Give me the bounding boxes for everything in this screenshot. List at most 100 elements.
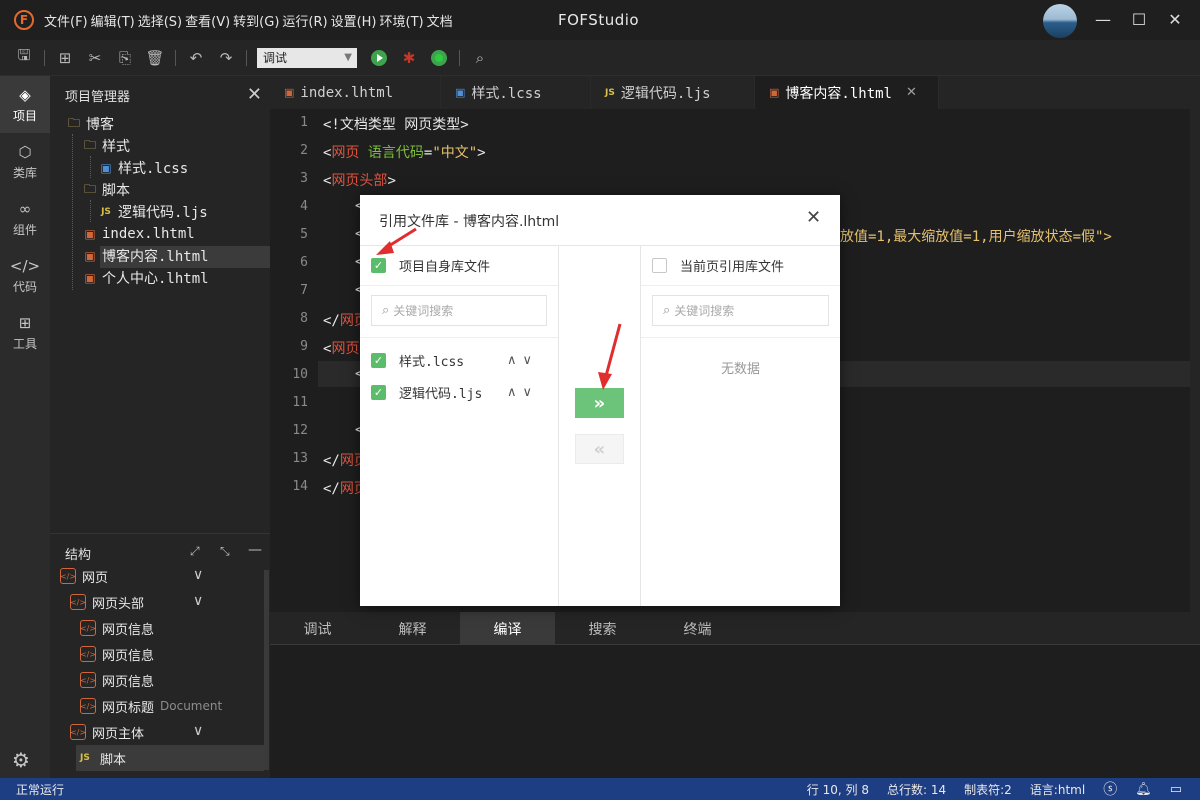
struct-row[interactable]: </> 网页主体 bbox=[70, 719, 144, 745]
struct-row[interactable]: </> 网页信息 bbox=[80, 667, 154, 693]
menu-docs[interactable]: 文档 bbox=[427, 11, 453, 30]
line-number: 2 bbox=[300, 143, 308, 158]
menu-select[interactable]: 选择(S) bbox=[138, 11, 182, 30]
save-icon[interactable]: 🖫 bbox=[12, 46, 36, 70]
menu-run[interactable]: 运行(R) bbox=[282, 11, 327, 30]
toolbar: 🖫 ⊞ ✂ ⎘ 🗑 ↶ ↷ 调试 ▼ ✱ ⌕ bbox=[0, 40, 1200, 76]
lhtml-file-icon: ▣ bbox=[284, 86, 295, 99]
tab-logic-ljs[interactable]: JS 逻辑代码.ljs bbox=[591, 76, 755, 109]
menu-goto[interactable]: 转到(G) bbox=[233, 11, 279, 30]
tree-item-scripts[interactable]: 🗀 脚本 bbox=[82, 179, 130, 201]
language-mode[interactable]: 语言:html bbox=[1030, 781, 1085, 798]
minimize-panel-icon[interactable]: — bbox=[248, 542, 262, 558]
redo-icon[interactable]: ↷ bbox=[214, 46, 238, 70]
tab-size[interactable]: 制表符:2 bbox=[964, 781, 1012, 798]
project-library-column: ✓ 项目自身库文件 ⌕ 关键词搜索 ✓ 样式.lcss ∧∨ ✓ 逻辑代码.lj… bbox=[360, 245, 559, 606]
struct-row[interactable]: JS 脚本 bbox=[80, 745, 126, 771]
activity-label: 项目 bbox=[12, 108, 37, 123]
explorer-title: 项目管理器 bbox=[65, 89, 131, 105]
dollar-icon[interactable]: ⓢ bbox=[1103, 779, 1117, 799]
cursor-position[interactable]: 行 10, 列 8 bbox=[807, 781, 869, 798]
line-number: 3 bbox=[300, 171, 308, 186]
struct-row[interactable]: </> 网页信息 bbox=[80, 641, 154, 667]
tree-item-personal-center[interactable]: ▣ 个人中心.lhtml bbox=[82, 267, 208, 289]
tab-style-lcss[interactable]: ▣ 样式.lcss bbox=[441, 76, 591, 109]
tree-label: 博客 bbox=[86, 117, 114, 133]
menu-edit[interactable]: 编辑(T) bbox=[91, 11, 135, 30]
save-all-icon[interactable]: ⊞ bbox=[53, 46, 77, 70]
structure-scrollbar[interactable] bbox=[264, 570, 269, 770]
run-mode-select[interactable]: 调试 ▼ bbox=[257, 47, 357, 68]
list-item[interactable]: ✓ 样式.lcss ∧∨ bbox=[360, 344, 558, 376]
struct-row[interactable]: </> 网页信息 bbox=[80, 615, 154, 641]
collapse-icon[interactable]: ⤡ bbox=[220, 544, 230, 559]
maximize-icon[interactable]: ☐ bbox=[1128, 9, 1150, 31]
menu-settings[interactable]: 设置(H) bbox=[331, 11, 377, 30]
move-right-button[interactable]: » bbox=[575, 388, 624, 418]
cut-icon[interactable]: ✂ bbox=[83, 46, 107, 70]
tab-terminal[interactable]: 终端 bbox=[650, 612, 745, 645]
tab-search[interactable]: 搜索 bbox=[555, 612, 650, 645]
tab-interpret[interactable]: 解释 bbox=[365, 612, 460, 645]
select-all-checkbox[interactable] bbox=[652, 258, 667, 273]
menu-file[interactable]: 文件(F) bbox=[44, 11, 88, 30]
close-tab-icon[interactable]: ✕ bbox=[906, 85, 917, 100]
chevron-down-icon[interactable]: ∨ bbox=[193, 723, 203, 739]
minimize-icon[interactable]: — bbox=[1092, 9, 1114, 31]
menu-environment[interactable]: 环境(T) bbox=[380, 11, 424, 30]
expand-icon[interactable]: ⤢ bbox=[190, 544, 200, 559]
run-icon[interactable] bbox=[367, 46, 391, 70]
activity-components[interactable]: ∞ 组件 bbox=[0, 190, 50, 247]
item-checkbox[interactable]: ✓ bbox=[371, 352, 386, 368]
tree-item-index[interactable]: ▣ index.lhtml bbox=[82, 223, 194, 245]
tree-item-logic-ljs[interactable]: JS 逻辑代码.ljs bbox=[98, 201, 208, 223]
undo-icon[interactable]: ↶ bbox=[184, 46, 208, 70]
inspect-icon[interactable]: ⌕ bbox=[468, 46, 492, 70]
code-line: <网页头部> bbox=[323, 170, 396, 190]
tab-debug[interactable]: 调试 bbox=[270, 612, 365, 645]
move-left-button[interactable]: « bbox=[575, 434, 624, 464]
struct-row[interactable]: </> 网页标题 Document bbox=[80, 693, 222, 719]
activity-bar: ◈ 项目 ⬡ 类库 ∞ 组件 </> 代码 ⊞ 工具 ⚙ bbox=[0, 76, 50, 778]
close-window-icon[interactable]: ✕ bbox=[1164, 9, 1186, 31]
struct-row[interactable]: </> 网页 bbox=[60, 563, 108, 589]
debug-icon[interactable]: ✱ bbox=[397, 46, 421, 70]
activity-project[interactable]: ◈ 项目 bbox=[0, 76, 50, 133]
menu-view[interactable]: 查看(V) bbox=[185, 11, 230, 30]
library-reference-dialog: 引用文件库 - 博客内容.lhtml ✕ ✓ 项目自身库文件 ⌕ 关键词搜索 ✓… bbox=[360, 195, 840, 606]
struct-label: 网页信息 bbox=[102, 622, 155, 638]
tab-blog-content[interactable]: ▣ 博客内容.lhtml ✕ bbox=[755, 76, 939, 109]
activity-code[interactable]: </> 代码 bbox=[0, 247, 50, 304]
tree-item-blog[interactable]: 🗀 博客 bbox=[66, 113, 114, 135]
editor-scrollbar[interactable] bbox=[1190, 109, 1200, 612]
lhtml-file-icon: ▣ bbox=[84, 227, 96, 241]
tree-item-styles[interactable]: 🗀 样式 bbox=[82, 135, 130, 157]
bell-icon[interactable]: 🔔︎ bbox=[1135, 782, 1152, 797]
stop-icon[interactable] bbox=[427, 46, 451, 70]
list-item[interactable]: ✓ 逻辑代码.ljs ∧∨ bbox=[360, 376, 558, 408]
delete-icon[interactable]: 🗑 bbox=[143, 46, 167, 70]
reorder-icon[interactable]: ∧∨ bbox=[507, 385, 538, 400]
tree-item-style-lcss[interactable]: ▣ 样式.lcss bbox=[98, 157, 188, 179]
code-token: </ bbox=[323, 313, 340, 329]
activity-library[interactable]: ⬡ 类库 bbox=[0, 133, 50, 190]
chevron-down-icon[interactable]: ∨ bbox=[193, 567, 203, 583]
activity-tools[interactable]: ⊞ 工具 bbox=[0, 304, 50, 361]
close-icon[interactable]: ✕ bbox=[806, 207, 821, 228]
line-number: 13 bbox=[292, 451, 308, 466]
comment-icon[interactable]: ▭ bbox=[1170, 782, 1182, 797]
close-icon[interactable]: ✕ bbox=[247, 84, 262, 105]
tab-index[interactable]: ▣ index.lhtml bbox=[270, 76, 441, 109]
gear-icon[interactable]: ⚙ bbox=[12, 748, 30, 772]
avatar[interactable] bbox=[1043, 4, 1077, 38]
project-search-input[interactable]: ⌕ 关键词搜索 bbox=[371, 295, 547, 326]
copy-icon[interactable]: ⎘ bbox=[113, 46, 137, 70]
status-right: 行 10, 列 8 总行数: 14 制表符:2 语言:html ⓢ 🔔︎ ▭ bbox=[789, 778, 1182, 800]
tree-item-blog-content[interactable]: ▣ 博客内容.lhtml bbox=[82, 245, 208, 267]
reorder-icon[interactable]: ∧∨ bbox=[507, 353, 538, 368]
chevron-down-icon[interactable]: ∨ bbox=[193, 593, 203, 609]
item-checkbox[interactable]: ✓ bbox=[371, 384, 386, 400]
tab-compile[interactable]: 编译 bbox=[460, 612, 555, 645]
struct-row[interactable]: </> 网页头部 bbox=[70, 589, 144, 615]
page-search-input[interactable]: ⌕ 关键词搜索 bbox=[652, 295, 829, 326]
